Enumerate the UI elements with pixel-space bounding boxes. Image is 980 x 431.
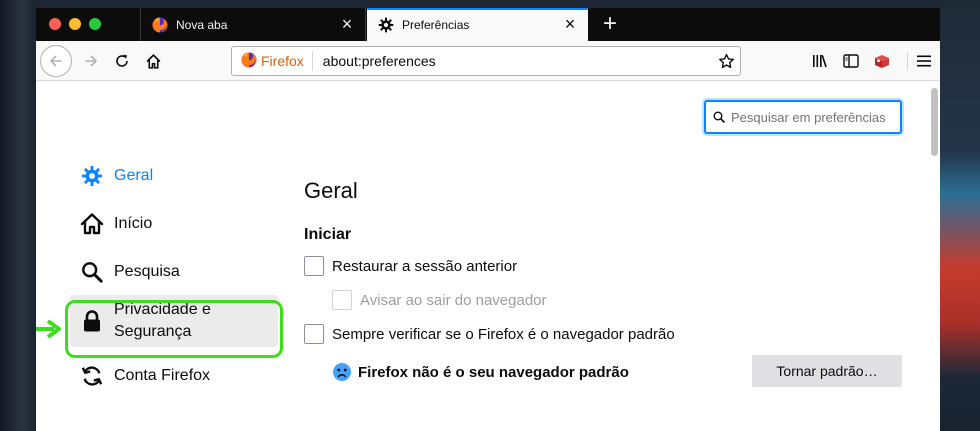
window-minimize-button[interactable] bbox=[69, 18, 81, 30]
check-default-checkbox[interactable] bbox=[304, 324, 324, 344]
gear-icon bbox=[80, 164, 104, 188]
preferences-search[interactable] bbox=[704, 100, 902, 134]
library-button[interactable] bbox=[806, 47, 834, 75]
toolbar-separator bbox=[907, 52, 908, 70]
new-tab-button[interactable]: + bbox=[598, 12, 622, 37]
tab-label: Preferências bbox=[402, 17, 470, 32]
section-title: Iniciar bbox=[304, 226, 352, 243]
category-label: Geral bbox=[114, 167, 154, 184]
preferences-page: Geral Início Pesquisa bbox=[36, 82, 940, 431]
back-button[interactable] bbox=[40, 45, 72, 77]
home-icon bbox=[146, 53, 160, 69]
window-maximize-button[interactable] bbox=[89, 18, 101, 30]
desktop-edge-right bbox=[940, 0, 980, 431]
restore-session-option[interactable]: Restaurar a sessão anterior bbox=[304, 256, 517, 276]
restore-session-checkbox[interactable] bbox=[304, 256, 324, 276]
sidebar-toggle-button[interactable] bbox=[837, 47, 865, 75]
home-icon bbox=[80, 212, 104, 236]
page-title: Geral bbox=[304, 178, 358, 203]
tab-label: Nova aba bbox=[176, 17, 228, 32]
sidebar-icon bbox=[843, 54, 859, 68]
reload-icon bbox=[116, 54, 128, 67]
bookmark-star-icon[interactable] bbox=[712, 53, 740, 70]
reload-button[interactable] bbox=[109, 47, 135, 75]
category-general[interactable]: Geral bbox=[80, 164, 153, 188]
arrow-right-icon bbox=[85, 55, 97, 67]
hamburger-menu-icon bbox=[917, 55, 931, 67]
category-search[interactable]: Pesquisa bbox=[80, 260, 180, 284]
search-icon bbox=[713, 111, 725, 123]
category-label: Conta Firefox bbox=[114, 367, 211, 384]
desktop-edge-left bbox=[0, 0, 36, 431]
firefox-logo-icon bbox=[241, 52, 257, 71]
tab-strip: Nova aba × Preferências × + bbox=[36, 8, 940, 41]
arrow-left-icon bbox=[50, 55, 62, 67]
category-label: Pesquisa bbox=[114, 263, 180, 280]
default-browser-status: Firefox não é o seu navegador padrão bbox=[332, 362, 629, 382]
category-label: Início bbox=[114, 215, 153, 232]
make-default-button[interactable]: Tornar padrão… bbox=[752, 355, 902, 387]
check-default-option[interactable]: Sempre verificar se o Firefox é o navega… bbox=[304, 324, 675, 344]
category-firefox-account[interactable]: Conta Firefox bbox=[80, 364, 210, 388]
menu-button[interactable] bbox=[912, 47, 936, 75]
url-text[interactable]: about:preferences bbox=[313, 53, 712, 69]
identity-label: Firefox bbox=[261, 53, 304, 69]
page-scrollbar[interactable] bbox=[931, 88, 938, 156]
sync-icon bbox=[80, 364, 104, 388]
highlight-frame bbox=[65, 300, 283, 358]
gear-icon bbox=[378, 17, 394, 33]
pointer-arrow-icon bbox=[36, 319, 64, 344]
warn-on-quit-checkbox bbox=[332, 290, 352, 310]
check-default-label: Sempre verificar se o Firefox é o navega… bbox=[332, 325, 675, 343]
search-input[interactable] bbox=[731, 109, 891, 125]
extension-box-icon bbox=[875, 55, 889, 68]
warn-on-quit-label: Avisar ao sair do navegador bbox=[360, 291, 547, 309]
window-close-button[interactable] bbox=[49, 18, 61, 30]
warn-on-quit-option: Avisar ao sair do navegador bbox=[332, 290, 547, 310]
url-bar[interactable]: Firefox about:preferences bbox=[231, 46, 741, 76]
close-tab-icon[interactable]: × bbox=[339, 15, 355, 33]
firefox-logo-icon bbox=[152, 17, 168, 33]
browser-window: Nova aba × Preferências × + Firefox abou… bbox=[36, 8, 940, 431]
close-tab-icon[interactable]: × bbox=[562, 15, 578, 33]
restore-session-label: Restaurar a sessão anterior bbox=[332, 257, 518, 275]
default-browser-status-text: Firefox não é o seu navegador padrão bbox=[358, 363, 629, 381]
identity-box[interactable]: Firefox bbox=[232, 51, 313, 71]
tab-new-tab[interactable]: Nova aba × bbox=[140, 8, 366, 41]
tab-preferences[interactable]: Preferências × bbox=[367, 8, 588, 41]
sad-face-icon bbox=[332, 362, 352, 382]
search-icon bbox=[80, 260, 104, 284]
library-icon bbox=[813, 55, 827, 68]
home-button[interactable] bbox=[140, 47, 166, 75]
navigation-toolbar: Firefox about:preferences bbox=[36, 41, 940, 81]
extension-button[interactable] bbox=[868, 47, 896, 75]
category-home[interactable]: Início bbox=[80, 212, 152, 236]
forward-button[interactable] bbox=[78, 47, 104, 75]
